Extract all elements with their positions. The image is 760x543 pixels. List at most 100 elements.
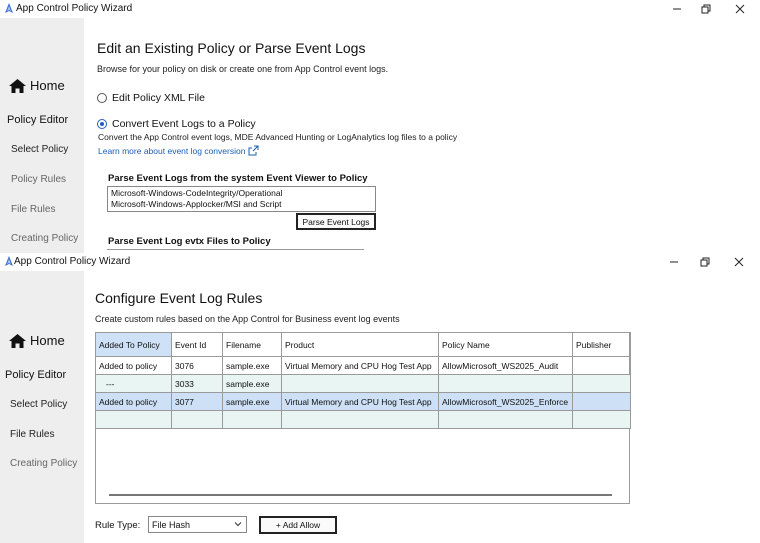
- table-row[interactable]: Added to policy 3076 sample.exe Virtual …: [95, 356, 631, 375]
- list-item[interactable]: Microsoft-Windows-CodeIntegrity/Operatio…: [111, 188, 372, 199]
- title-bar: App Control Policy Wizard: [0, 0, 760, 18]
- column-header-filename[interactable]: Filename: [222, 332, 282, 357]
- cell-added-to-policy[interactable]: [95, 410, 172, 429]
- link-text: Learn more about event log conversion: [98, 145, 246, 156]
- sidebar-item-creating-policy[interactable]: Creating Policy: [10, 458, 77, 469]
- cell-policy-name[interactable]: [438, 374, 573, 393]
- page-title: Edit an Existing Policy or Parse Event L…: [97, 40, 366, 56]
- table-row-selected[interactable]: Added to policy 3077 sample.exe Virtual …: [95, 392, 631, 411]
- radio-circle-selected: [97, 119, 107, 129]
- table-row[interactable]: [95, 410, 631, 429]
- cell-product[interactable]: [281, 410, 439, 429]
- window-title: App Control Policy Wizard: [16, 3, 133, 14]
- sidebar-item-policy-rules[interactable]: Policy Rules: [11, 174, 66, 185]
- main-panel: Edit an Existing Policy or Parse Event L…: [84, 18, 760, 255]
- minimize-icon: [670, 261, 678, 263]
- sidebar-item-home[interactable]: Home: [9, 333, 65, 348]
- radio-circle: [97, 93, 107, 103]
- chevron-down-icon: [234, 522, 242, 527]
- external-link-icon: [248, 145, 259, 156]
- cell-added-to-policy[interactable]: Added to policy: [95, 392, 172, 411]
- horizontal-scrollbar[interactable]: [109, 494, 612, 496]
- learn-more-link[interactable]: Learn more about event log conversion: [98, 145, 259, 156]
- column-header-product[interactable]: Product: [281, 332, 439, 357]
- bottom-wizard-window: App Control Policy Wizard Home Policy Ed…: [0, 253, 760, 543]
- close-button[interactable]: [725, 253, 753, 271]
- top-wizard-window: App Control Policy Wizard Home Policy Ed…: [0, 0, 760, 255]
- cell-publisher[interactable]: [572, 374, 631, 393]
- close-icon: [735, 4, 745, 14]
- cell-product[interactable]: Virtual Memory and CPU Hog Test App: [281, 392, 439, 411]
- event-rules-table[interactable]: Added To Policy Event Id Filename Produc…: [95, 332, 631, 429]
- app-control-wizard-icon: [5, 256, 13, 266]
- divider: [107, 249, 364, 250]
- cell-event-id[interactable]: 3033: [171, 374, 223, 393]
- column-header-added-to-policy[interactable]: Added To Policy: [95, 332, 172, 357]
- sidebar-nav: Home Policy Editor Select Policy Policy …: [0, 18, 84, 255]
- page-title: Configure Event Log Rules: [95, 290, 263, 306]
- table-header-row: Added To Policy Event Id Filename Produc…: [95, 332, 631, 357]
- window-title: App Control Policy Wizard: [14, 256, 131, 267]
- cell-filename[interactable]: sample.exe: [222, 374, 282, 393]
- column-header-event-id[interactable]: Event Id: [171, 332, 223, 357]
- add-allow-button[interactable]: + Add Allow: [259, 516, 337, 534]
- cell-event-id[interactable]: [171, 410, 223, 429]
- restore-icon: [700, 257, 710, 267]
- page-subtitle: Create custom rules based on the App Con…: [95, 314, 400, 324]
- sidebar-item-select-policy[interactable]: Select Policy: [11, 144, 68, 155]
- cell-event-id[interactable]: 3077: [171, 392, 223, 411]
- parse-viewer-title: Parse Event Logs from the system Event V…: [108, 173, 368, 184]
- cell-filename[interactable]: sample.exe: [222, 392, 282, 411]
- cell-filename[interactable]: sample.exe: [222, 356, 282, 375]
- event-log-list[interactable]: Microsoft-Windows-CodeIntegrity/Operatio…: [107, 186, 376, 212]
- column-header-publisher[interactable]: Publisher: [572, 332, 631, 357]
- radio-convert-event-logs[interactable]: Convert Event Logs to a Policy: [97, 118, 256, 130]
- home-icon: [9, 78, 26, 93]
- sidebar-item-policy-editor[interactable]: Policy Editor: [7, 114, 68, 126]
- close-button[interactable]: [726, 0, 754, 18]
- home-label: Home: [30, 333, 65, 348]
- cell-publisher[interactable]: [572, 410, 631, 429]
- sidebar-item-home[interactable]: Home: [9, 78, 65, 93]
- cell-policy-name[interactable]: AllowMicrosoft_WS2025_Enforce: [438, 392, 573, 411]
- sidebar-item-creating-policy[interactable]: Creating Policy: [11, 233, 78, 244]
- rule-type-label: Rule Type:: [95, 520, 141, 531]
- sidebar-nav: Home Policy Editor Select Policy File Ru…: [0, 271, 84, 543]
- cell-policy-name[interactable]: AllowMicrosoft_WS2025_Audit: [438, 356, 573, 375]
- parse-event-logs-button[interactable]: Parse Event Logs: [296, 213, 376, 230]
- minimize-button[interactable]: [663, 0, 691, 18]
- cell-event-id[interactable]: 3076: [171, 356, 223, 375]
- cell-filename[interactable]: [222, 410, 282, 429]
- column-header-policy-name[interactable]: Policy Name: [438, 332, 573, 357]
- cell-added-to-policy[interactable]: ---: [95, 374, 172, 393]
- cell-policy-name[interactable]: [438, 410, 573, 429]
- radio-edit-policy-xml[interactable]: Edit Policy XML File: [97, 92, 205, 104]
- sidebar-item-select-policy[interactable]: Select Policy: [10, 399, 67, 410]
- rule-type-value: File Hash: [152, 519, 191, 530]
- rule-type-dropdown[interactable]: File Hash: [148, 516, 247, 533]
- close-icon: [734, 257, 744, 267]
- sidebar-item-file-rules[interactable]: File Rules: [11, 204, 55, 215]
- sidebar-item-policy-editor[interactable]: Policy Editor: [5, 369, 66, 381]
- app-control-wizard-icon: [5, 3, 13, 13]
- parse-evtx-title: Parse Event Log evtx Files to Policy: [108, 236, 271, 247]
- convert-description: Convert the App Control event logs, MDE …: [98, 132, 458, 142]
- title-bar: App Control Policy Wizard: [0, 253, 760, 271]
- list-item[interactable]: Microsoft-Windows-Applocker/MSI and Scri…: [111, 199, 372, 210]
- table-row[interactable]: --- 3033 sample.exe: [95, 374, 631, 393]
- main-panel: Configure Event Log Rules Create custom …: [84, 271, 760, 543]
- minimize-button[interactable]: [660, 253, 688, 271]
- radio-label: Convert Event Logs to a Policy: [112, 118, 256, 130]
- cell-product[interactable]: [281, 374, 439, 393]
- cell-publisher[interactable]: [572, 392, 631, 411]
- cell-publisher[interactable]: [572, 356, 631, 375]
- cell-product[interactable]: Virtual Memory and CPU Hog Test App: [281, 356, 439, 375]
- minimize-icon: [673, 8, 681, 10]
- page-subtitle: Browse for your policy on disk or create…: [97, 64, 389, 74]
- sidebar-item-file-rules[interactable]: File Rules: [10, 429, 54, 440]
- maximize-button[interactable]: [692, 0, 720, 18]
- radio-label: Edit Policy XML File: [112, 92, 205, 104]
- home-label: Home: [30, 78, 65, 93]
- cell-added-to-policy[interactable]: Added to policy: [95, 356, 172, 375]
- maximize-button[interactable]: [691, 253, 719, 271]
